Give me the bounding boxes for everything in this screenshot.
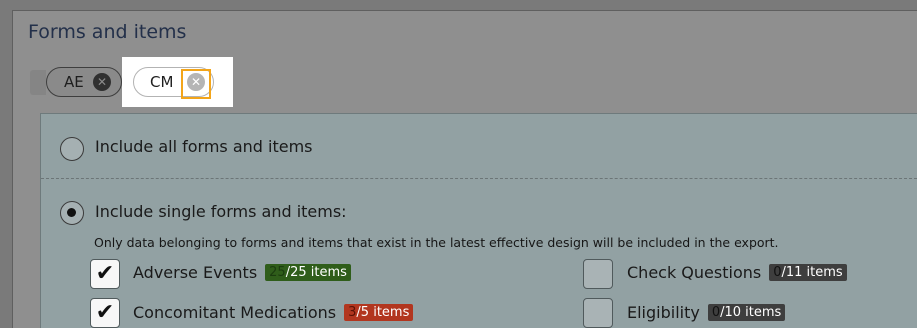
selected-count: 3 — [348, 305, 357, 320]
chip-label: AE — [64, 73, 84, 91]
selected-count: 0 — [773, 265, 782, 280]
checkbox-eligibility[interactable] — [583, 298, 613, 328]
form-item-eligibility[interactable]: Eligibility 0/10 items — [627, 303, 786, 322]
export-note: Only data belonging to forms and items t… — [94, 235, 779, 250]
checkbox-adverse-events[interactable]: ✔ — [90, 259, 120, 289]
checkmark-icon: ✔ — [95, 300, 115, 325]
item-count-badge: 3/5 items — [344, 304, 414, 321]
radio-include-single[interactable] — [60, 201, 84, 225]
form-item-adverse-events[interactable]: Adverse Events 25/25 items — [133, 263, 351, 282]
radio-include-all[interactable] — [60, 137, 84, 161]
section-title: Forms and items — [28, 21, 187, 43]
form-label: Check Questions — [627, 263, 762, 282]
checkmark-icon: ✔ — [95, 261, 115, 286]
total-count: /25 items — [285, 265, 347, 280]
form-item-concomitant-medications[interactable]: Concomitant Medications 3/5 items — [133, 303, 414, 322]
chip-label: CM — [150, 73, 174, 91]
options-divider — [41, 178, 917, 179]
radio-include-single-label: Include single forms and items: — [95, 202, 347, 221]
focus-ring-remove-cm[interactable] — [181, 69, 211, 99]
form-label: Eligibility — [627, 303, 700, 322]
chip-overflow-stub — [30, 70, 46, 95]
form-label: Concomitant Medications — [133, 303, 337, 322]
total-count: /5 items — [356, 305, 410, 320]
selected-count: 25 — [269, 265, 286, 280]
form-label: Adverse Events — [133, 263, 258, 282]
form-item-check-questions[interactable]: Check Questions 0/11 items — [627, 263, 847, 282]
item-count-badge: 25/25 items — [265, 264, 351, 281]
close-circle-icon[interactable]: ✕ — [93, 73, 111, 91]
radio-include-all-label: Include all forms and items — [95, 137, 313, 156]
item-count-badge: 0/11 items — [769, 264, 847, 281]
selected-count: 0 — [711, 305, 721, 320]
chip-ae[interactable]: AE ✕ — [46, 67, 122, 97]
total-count: /11 items — [781, 265, 843, 280]
radio-selected-dot — [67, 208, 76, 217]
checkbox-concomitant-medications[interactable]: ✔ — [90, 298, 120, 328]
checkbox-check-questions[interactable] — [583, 259, 613, 289]
total-count: /10 items — [720, 305, 782, 320]
item-count-badge: 0/10 items — [707, 304, 786, 321]
